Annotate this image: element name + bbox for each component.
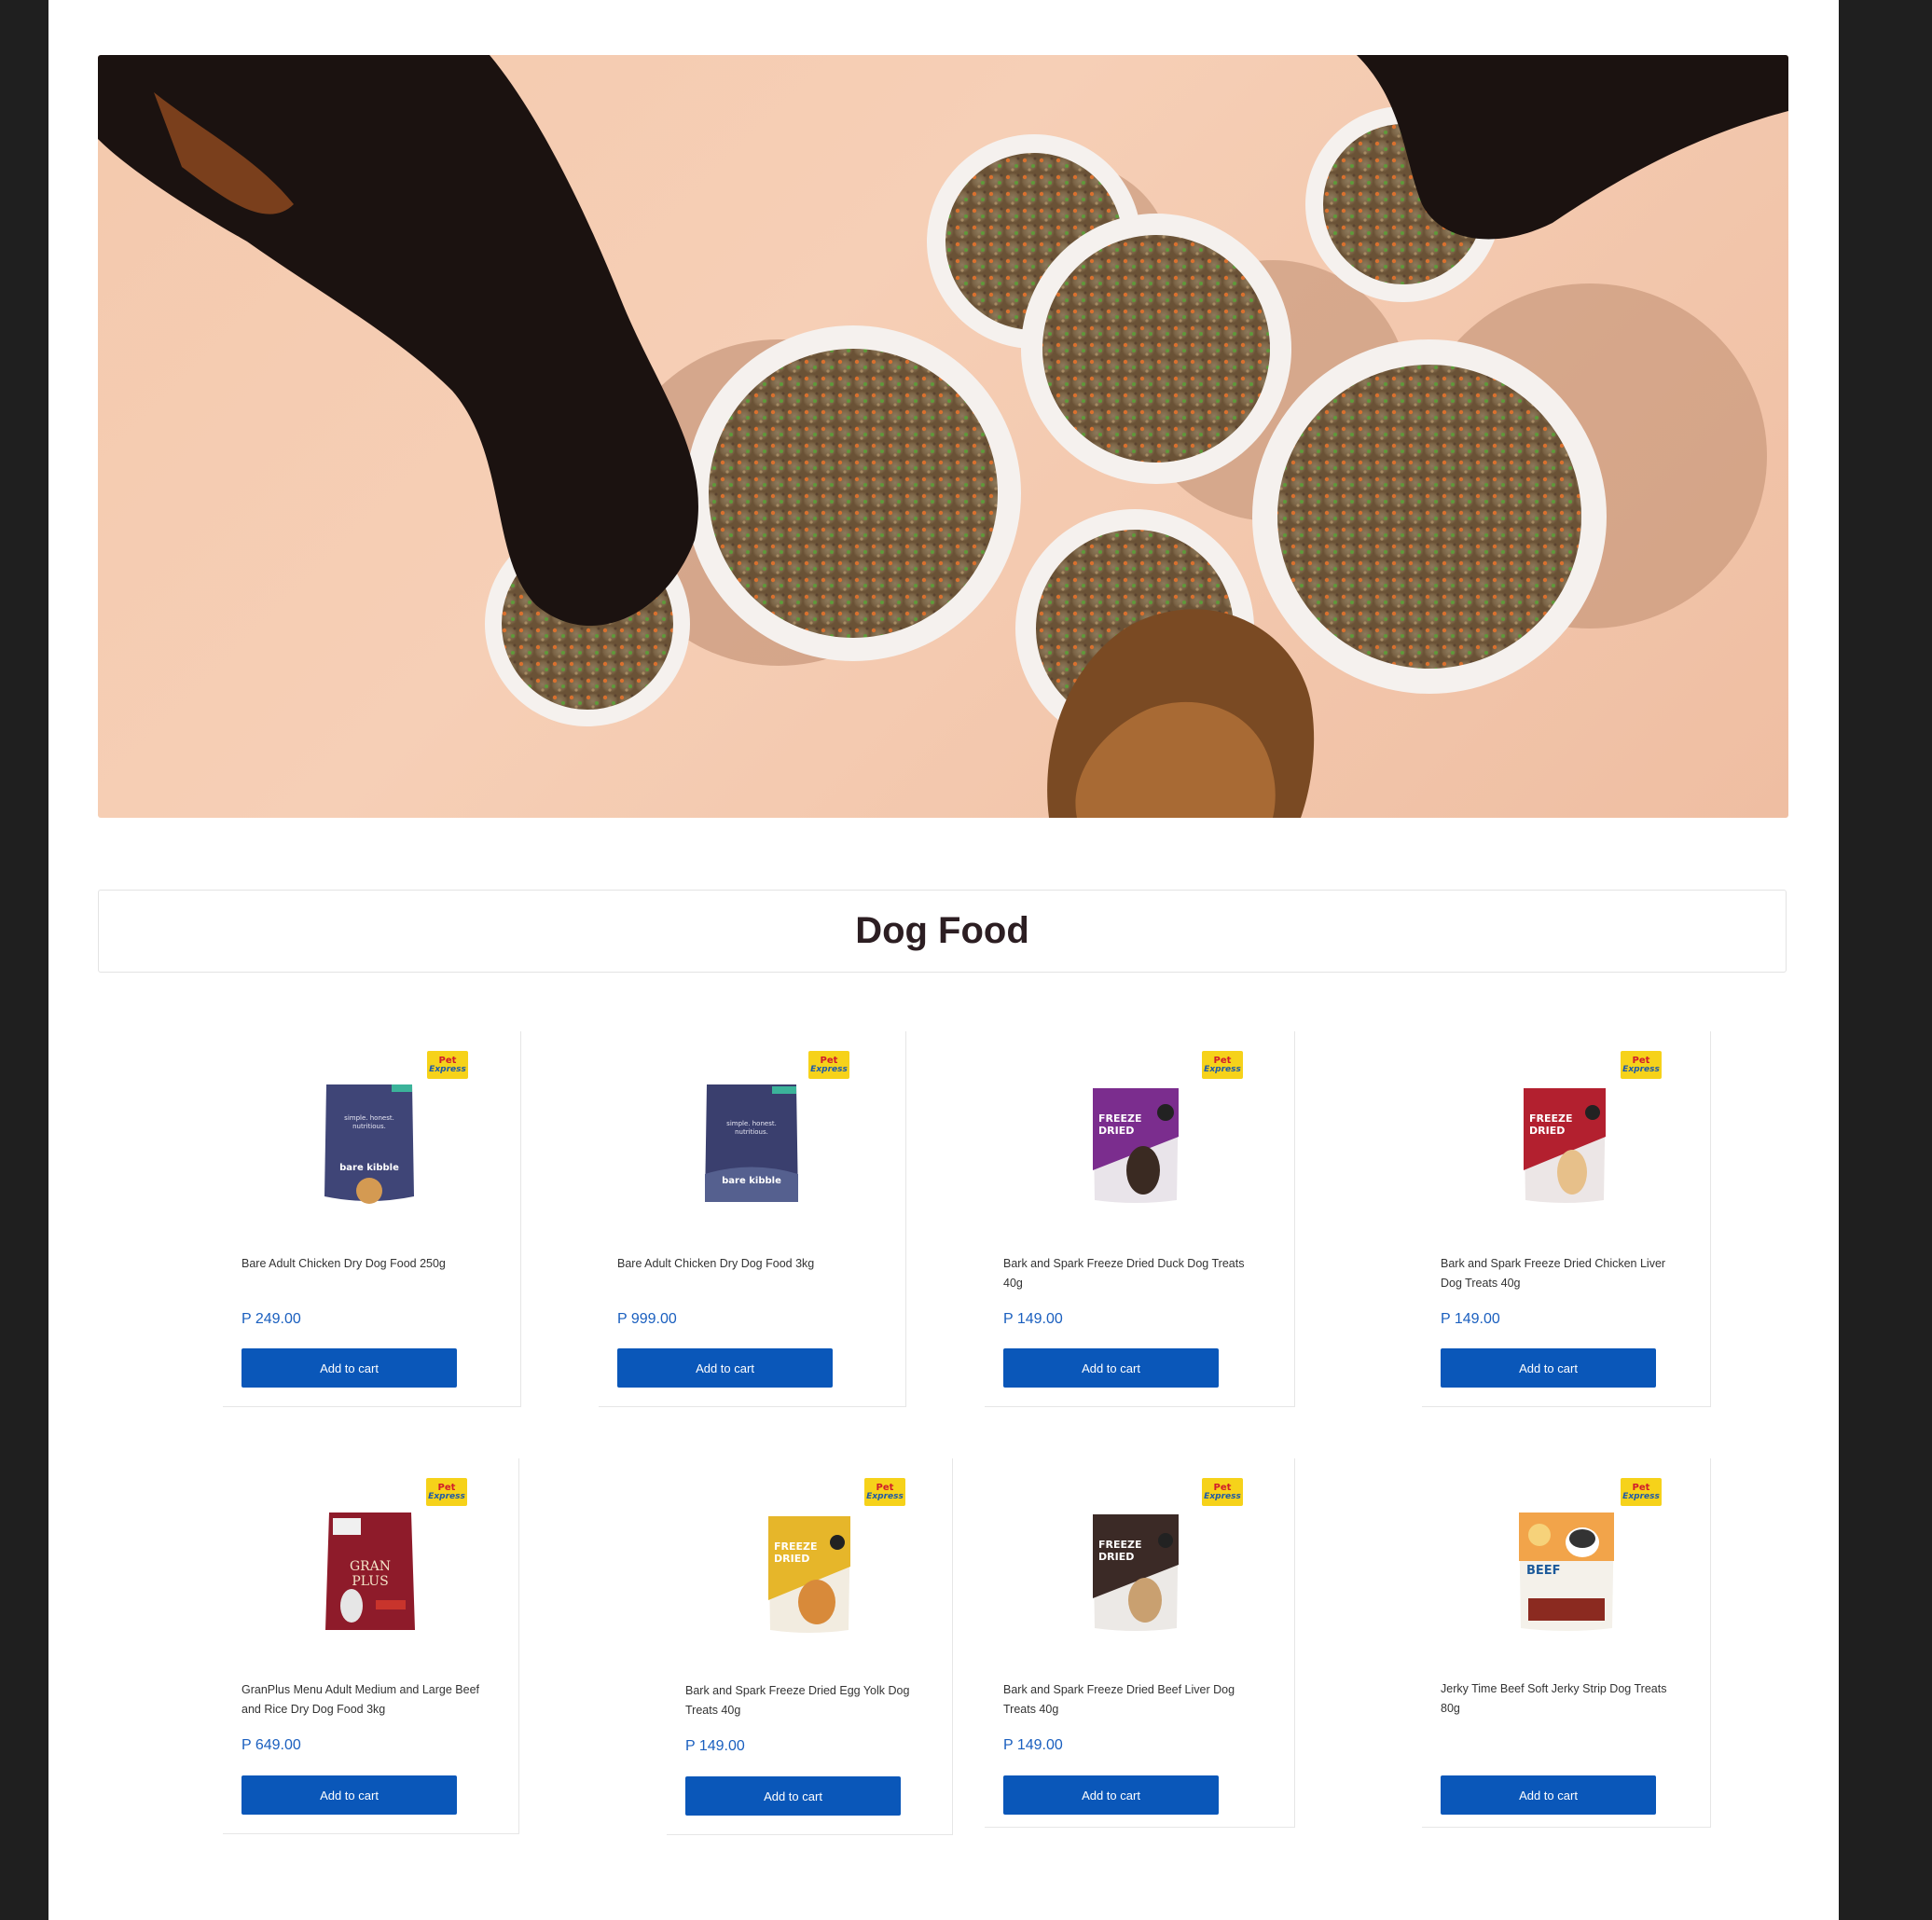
product-image[interactable]: simple. honest. nutritious. bare kibble — [321, 1081, 418, 1206]
product-price: P 149.00 — [1441, 1311, 1500, 1327]
pet-express-badge-icon: Pet Express — [1621, 1478, 1662, 1506]
svg-text:DRIED: DRIED — [1098, 1551, 1134, 1563]
pet-express-badge-icon: Pet Express — [427, 1051, 468, 1079]
product-name[interactable]: Bark and Spark Freeze Dried Beef Liver D… — [1003, 1680, 1246, 1720]
page-title: Dog Food — [855, 910, 1029, 951]
product-name[interactable]: Bark and Spark Freeze Dried Chicken Live… — [1441, 1254, 1683, 1293]
pet-express-badge-icon: Pet Express — [1202, 1478, 1243, 1506]
product-card: Pet Express GRAN PLUS GranPlus Menu Adult… — [223, 1458, 519, 1834]
product-card: Pet Express BEEF Jerky Time Beef Soft Jer… — [1422, 1458, 1711, 1828]
product-name[interactable]: Jerky Time Beef Soft Jerky Strip Dog Tre… — [1441, 1679, 1683, 1719]
pet-express-badge-icon: Pet Express — [864, 1478, 905, 1506]
add-to-cart-button[interactable]: Add to cart — [685, 1776, 901, 1816]
product-image[interactable]: simple. honest. nutritious. bare kibble — [703, 1081, 800, 1206]
product-price: P 999.00 — [617, 1311, 677, 1327]
svg-text:bare kibble: bare kibble — [722, 1176, 781, 1186]
hero-illustration — [98, 55, 1788, 818]
product-price: P 249.00 — [242, 1311, 301, 1327]
product-name[interactable]: GranPlus Menu Adult Medium and Large Bee… — [242, 1680, 484, 1720]
svg-text:DRIED: DRIED — [1529, 1125, 1565, 1137]
product-name[interactable]: Bark and Spark Freeze Dried Duck Dog Tre… — [1003, 1254, 1246, 1293]
svg-text:FREEZE: FREEZE — [774, 1540, 818, 1553]
add-to-cart-button[interactable]: Add to cart — [1441, 1348, 1656, 1388]
product-card: Pet Express FREEZE DRIED Bark and Spark F… — [985, 1458, 1295, 1828]
product-price: P 149.00 — [1003, 1311, 1063, 1327]
bowl-large-left — [685, 325, 1021, 661]
hero-banner — [98, 55, 1788, 818]
svg-text:FREEZE: FREEZE — [1098, 1539, 1142, 1551]
product-name[interactable]: Bark and Spark Freeze Dried Egg Yolk Dog… — [685, 1681, 928, 1720]
add-to-cart-button[interactable]: Add to cart — [242, 1775, 457, 1815]
product-price: P 149.00 — [685, 1738, 745, 1754]
category-title-box: Dog Food — [98, 890, 1787, 973]
product-image[interactable]: FREEZE DRIED — [1520, 1084, 1609, 1206]
pet-express-badge-icon: Pet Express — [1621, 1051, 1662, 1079]
svg-text:FREEZE: FREEZE — [1529, 1112, 1573, 1125]
svg-text:nutritious.: nutritious. — [735, 1128, 768, 1136]
product-card: Pet Express simple. honest. nutritious. b… — [223, 1031, 521, 1407]
product-image[interactable]: GRAN PLUS — [324, 1509, 417, 1636]
svg-text:GRAN: GRAN — [350, 1559, 391, 1574]
svg-text:DRIED: DRIED — [774, 1553, 809, 1565]
product-image[interactable]: FREEZE DRIED — [1089, 1084, 1182, 1206]
product-price: P 149.00 — [1003, 1737, 1063, 1753]
svg-text:DRIED: DRIED — [1098, 1125, 1134, 1137]
product-name[interactable]: Bare Adult Chicken Dry Dog Food 3kg — [617, 1254, 860, 1274]
add-to-cart-button[interactable]: Add to cart — [1003, 1348, 1219, 1388]
svg-text:FREEZE: FREEZE — [1098, 1112, 1142, 1125]
add-to-cart-button[interactable]: Add to cart — [1003, 1775, 1219, 1815]
product-card: Pet Express FREEZE DRIED Bark and Spark F… — [985, 1031, 1295, 1407]
svg-text:PLUS: PLUS — [352, 1574, 388, 1589]
product-card: Pet Express FREEZE DRIED Bark and Spark F… — [667, 1458, 953, 1835]
bowl-center — [1021, 214, 1291, 484]
svg-text:simple. honest.: simple. honest. — [726, 1120, 777, 1127]
product-image[interactable]: BEEF — [1515, 1509, 1618, 1634]
add-to-cart-button[interactable]: Add to cart — [242, 1348, 457, 1388]
svg-text:BEEF: BEEF — [1526, 1564, 1561, 1578]
page-container: Dog Food Pet Express simple. honest. nutr… — [48, 0, 1839, 1920]
product-card: Pet Express simple. honest. nutritious. b… — [599, 1031, 906, 1407]
svg-text:nutritious.: nutritious. — [352, 1123, 386, 1130]
product-image[interactable]: FREEZE DRIED — [765, 1513, 854, 1636]
bowl-right-large — [1252, 339, 1607, 694]
product-card: Pet Express FREEZE DRIED Bark and Spark F… — [1422, 1031, 1711, 1407]
add-to-cart-button[interactable]: Add to cart — [1441, 1775, 1656, 1815]
pet-express-badge-icon: Pet Express — [808, 1051, 849, 1079]
product-image[interactable]: FREEZE DRIED — [1089, 1511, 1182, 1634]
product-price: P 649.00 — [242, 1737, 301, 1753]
svg-text:bare kibble: bare kibble — [339, 1163, 399, 1173]
svg-text:simple. honest.: simple. honest. — [344, 1114, 394, 1122]
pet-express-badge-icon: Pet Express — [426, 1478, 467, 1506]
pet-express-badge-icon: Pet Express — [1202, 1051, 1243, 1079]
product-name[interactable]: Bare Adult Chicken Dry Dog Food 250g — [242, 1254, 484, 1274]
add-to-cart-button[interactable]: Add to cart — [617, 1348, 833, 1388]
